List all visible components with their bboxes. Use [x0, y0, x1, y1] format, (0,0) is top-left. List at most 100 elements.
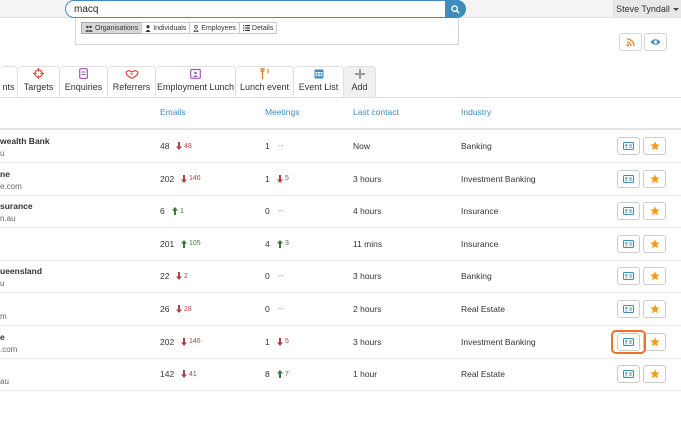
emails-count: 48	[160, 141, 170, 151]
filter-details-button[interactable]: Details	[238, 22, 278, 34]
profile-card-button[interactable]	[617, 365, 640, 384]
favourite-button[interactable]	[643, 365, 666, 384]
rss-icon	[626, 37, 635, 46]
tab-event-list[interactable]: Event List	[294, 66, 344, 97]
column-header-last-contact[interactable]: Last contact	[353, 107, 399, 117]
organisation-name[interactable]: wealth Bank	[0, 136, 50, 146]
column-header-emails[interactable]: Emails	[160, 107, 186, 117]
search-input[interactable]	[65, 0, 446, 18]
table-row[interactable]: 201 105 4 3 11 mins Insurance	[0, 228, 681, 261]
table-row[interactable]: e .com 202 146 1 5 3 hours Investment Banking	[0, 326, 681, 359]
favourite-button[interactable]	[643, 202, 666, 221]
tab-referrers[interactable]: Referrers	[108, 66, 156, 97]
favourite-button[interactable]	[643, 137, 666, 155]
organisation-name[interactable]: e	[0, 332, 5, 342]
industry: Investment Banking	[461, 336, 536, 347]
favourite-button[interactable]	[643, 169, 666, 188]
favourite-button[interactable]	[643, 234, 666, 253]
arrow-down-icon	[176, 305, 182, 313]
table-row[interactable]: ueensland u 22 2 0 -- 3 hours Banking	[0, 260, 681, 294]
organisation-website[interactable]: n.au	[0, 214, 16, 223]
meetings-delta: 5	[285, 338, 289, 346]
arrow-down-icon	[176, 272, 182, 281]
organisation-name[interactable]: ueensland	[0, 266, 42, 276]
table-row[interactable]: au 142 41 8 7 1 hour Real Estate	[0, 358, 681, 392]
emails-trend: 41	[181, 370, 197, 379]
profile-card-button[interactable]	[617, 202, 640, 221]
table-row[interactable]: m 26 28 0 -- 2 hours Real Estate	[0, 293, 681, 326]
organisation-website[interactable]: e.com	[0, 182, 22, 191]
table-row[interactable]: ne e.com 202 146 1 5 3 hours Investment Banking	[0, 163, 681, 196]
tab-employment-lunch[interactable]: Employment Lunch	[156, 66, 236, 97]
star-icon	[649, 304, 660, 314]
meetings-count: 0	[265, 271, 270, 282]
organisation-name[interactable]: ne	[0, 169, 10, 179]
calendar-user-icon	[190, 68, 201, 79]
arrow-up-icon	[172, 207, 178, 216]
organisation-name[interactable]: surance	[0, 201, 33, 211]
star-icon	[649, 239, 660, 248]
filter-label: Organisations	[95, 24, 139, 32]
filter-individuals-button[interactable]: Individuals	[141, 22, 191, 34]
tab-enquiries[interactable]: Enquiries	[60, 66, 108, 97]
column-header-industry[interactable]: Industry	[461, 107, 491, 117]
user-menu[interactable]: Steve Tyndall	[613, 0, 681, 18]
meetings-delta: 7	[285, 370, 289, 378]
emails-count: 22	[160, 271, 170, 282]
emails-trend: 105	[181, 239, 201, 248]
id-card-icon	[623, 239, 634, 248]
organisation-website[interactable]: m	[0, 312, 7, 321]
tab-divider	[0, 97, 681, 98]
last-contact: 3 hours	[353, 173, 382, 184]
emails-delta: 146	[189, 175, 201, 183]
favourite-button[interactable]	[643, 267, 666, 286]
favourite-button[interactable]	[643, 332, 666, 351]
organisation-website[interactable]: u	[0, 149, 4, 158]
table-row[interactable]: wealth Bank u 48 48 1 -- Now Banking	[0, 130, 681, 163]
rss-button[interactable]	[619, 33, 642, 51]
calendar-icon	[314, 69, 323, 79]
organisation-website[interactable]: .com	[0, 345, 17, 354]
user-icon	[145, 24, 151, 32]
watch-button[interactable]	[644, 33, 667, 51]
industry: Investment Banking	[461, 173, 536, 184]
favourite-button[interactable]	[643, 300, 666, 318]
meetings-delta: 5	[285, 175, 289, 183]
meetings-count: 0	[265, 304, 270, 314]
user-outline-icon	[193, 24, 200, 32]
meetings-delta: --	[278, 304, 284, 313]
filter-employees-button[interactable]: Employees	[189, 22, 240, 34]
profile-card-button[interactable]	[617, 137, 640, 155]
column-header-meetings[interactable]: Meetings	[265, 107, 300, 117]
id-card-icon	[623, 174, 634, 183]
emails-count: 201	[160, 238, 175, 249]
search-button[interactable]	[445, 0, 466, 18]
meetings-count: 1	[265, 141, 270, 151]
emails-delta: 1	[180, 207, 184, 215]
profile-card-button[interactable]	[617, 169, 640, 188]
id-card-icon	[623, 272, 634, 281]
tab-targets[interactable]: Targets	[18, 66, 60, 97]
crosshair-icon	[33, 68, 44, 79]
tab-add[interactable]: Add	[344, 66, 376, 97]
organisation-website[interactable]: u	[0, 279, 4, 288]
arrow-down-icon	[277, 337, 283, 346]
meetings-count: 1	[265, 173, 270, 184]
organisation-website[interactable]: au	[0, 377, 9, 386]
profile-card-button[interactable]	[617, 267, 640, 286]
meetings-trend: 3	[277, 239, 289, 248]
profile-card-button[interactable]	[617, 234, 640, 253]
star-icon	[649, 369, 660, 379]
table-row[interactable]: surance n.au 6 1 0 -- 4 hours Insurance	[0, 195, 681, 229]
filter-organisations-button[interactable]: Organisations	[81, 22, 143, 34]
tab-events[interactable]: nts	[0, 66, 18, 97]
highlight-ring	[611, 330, 646, 354]
industry: Banking	[461, 271, 492, 282]
meetings-count: 0	[265, 206, 270, 217]
industry: Insurance	[461, 238, 499, 249]
tab-lunch-event[interactable]: Lunch event	[236, 66, 294, 97]
profile-card-button[interactable]	[617, 300, 640, 318]
industry: Real Estate	[461, 304, 505, 314]
star-icon	[649, 271, 660, 281]
emails-delta: 2	[184, 272, 188, 280]
